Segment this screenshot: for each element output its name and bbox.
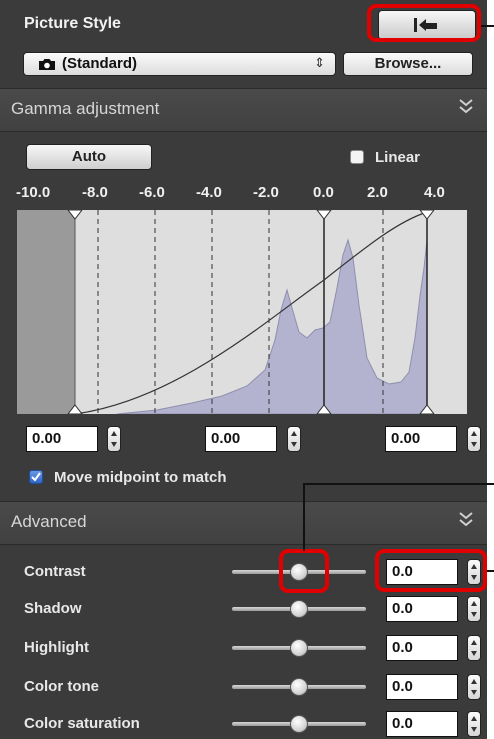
color-saturation-value-field[interactable]: 0.0 [386,711,458,737]
contrast-value-highlight [375,549,487,592]
shadow-label: Shadow [24,600,82,617]
midpoint-field[interactable]: 0.00 [205,426,277,452]
color-tone-value-field[interactable]: 0.0 [386,674,458,700]
white-point-stepper[interactable] [467,426,481,452]
collapse-chevron-icon[interactable] [459,511,473,527]
advanced-header[interactable]: Advanced [0,501,487,545]
color-saturation-stepper[interactable] [467,711,481,737]
camera-icon [39,59,55,70]
color-tone-stepper[interactable] [467,674,481,700]
highlight-slider-knob[interactable] [290,639,308,657]
shadow-slider-knob[interactable] [290,600,308,618]
reset-highlight [367,4,481,42]
contrast-knob-highlight [279,549,329,593]
checkmark-icon [31,472,41,482]
midpoint-stepper[interactable] [287,426,301,452]
gamma-tick-label: 2.0 [367,184,388,201]
callout-line [487,483,494,485]
contrast-label: Contrast [24,563,86,580]
move-midpoint-label: Move midpoint to match [54,469,227,486]
select-arrows-icon: ⇕ [314,55,325,70]
gamma-tick-label: -6.0 [139,184,165,201]
auto-button[interactable]: Auto [26,144,152,170]
highlight-label: Highlight [24,639,89,656]
gamma-histogram-graph[interactable] [17,210,467,414]
picture-style-title: Picture Style [24,15,121,32]
move-midpoint-checkbox[interactable] [29,470,43,484]
linear-label: Linear [375,149,421,166]
browse-button[interactable]: Browse... [343,52,473,76]
gamma-tick-label: 0.0 [313,184,334,201]
callout-line [303,483,305,551]
picture-style-value: (Standard) [62,55,137,72]
highlight-value-field[interactable]: 0.0 [386,635,458,661]
highlight-stepper[interactable] [467,635,481,661]
gamma-tick-label: -8.0 [82,184,108,201]
gamma-tick-label: -10.0 [16,184,51,201]
white-point-field[interactable]: 0.00 [385,426,457,452]
gamma-adjustment-title: Gamma adjustment [11,99,160,118]
collapse-chevron-icon[interactable] [459,98,473,114]
picture-style-select[interactable]: (Standard) ⇕ [23,52,336,76]
linear-checkbox[interactable] [350,150,364,164]
advanced-title: Advanced [11,512,87,531]
gamma-adjustment-header[interactable]: Gamma adjustment [0,88,487,132]
color-tone-slider-knob[interactable] [290,678,308,696]
gamma-tick-label: -2.0 [253,184,279,201]
callout-line [303,483,487,485]
gamma-tick-label: 4.0 [424,184,445,201]
gamma-tick-label: -4.0 [196,184,222,201]
callout-line [481,25,494,27]
picture-style-panel: Picture Style (Standard) ⇕ Browse... Gam… [0,0,487,739]
color-saturation-label: Color saturation [24,715,140,732]
shadow-stepper[interactable] [467,596,481,622]
black-point-field[interactable]: 0.00 [26,426,98,452]
callout-line [487,570,494,572]
color-saturation-slider-knob[interactable] [290,715,308,733]
shadow-value-field[interactable]: 0.0 [386,596,458,622]
color-tone-label: Color tone [24,678,99,695]
black-point-stepper[interactable] [107,426,121,452]
